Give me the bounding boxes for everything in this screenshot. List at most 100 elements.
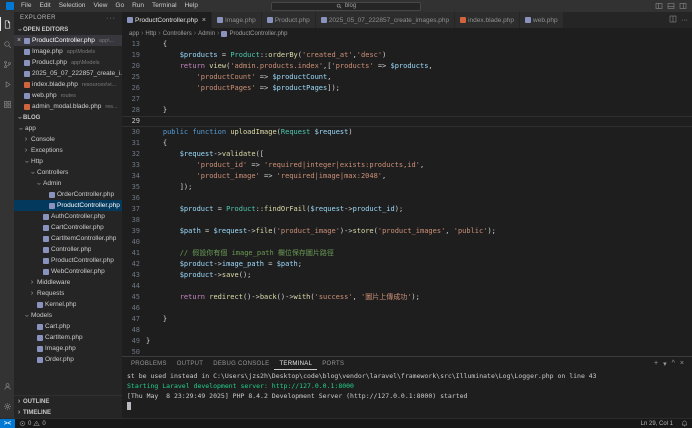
breadcrumb-item[interactable]: Controllers [163, 31, 192, 37]
editor-tab[interactable]: Product.php [261, 12, 316, 28]
tree-item[interactable]: Controller.php [14, 244, 122, 255]
menu-run[interactable]: Run [128, 0, 148, 12]
close-icon[interactable]: × [202, 17, 206, 24]
php-file-icon [320, 17, 327, 23]
tree-item[interactable]: › Controllers [14, 167, 122, 178]
terminal-prompt[interactable] [127, 401, 692, 411]
activity-explorer-icon[interactable] [0, 14, 14, 34]
maximize-panel-icon[interactable]: ^ [672, 360, 675, 367]
menu-selection[interactable]: Selection [55, 0, 90, 12]
cursor-position[interactable]: Ln 29, Col 1 [637, 419, 677, 428]
section-outline[interactable]: › OUTLINE [14, 396, 122, 407]
tree-item[interactable]: ProductController.php [14, 255, 122, 266]
breadcrumb-item[interactable]: app [129, 31, 139, 37]
panel-tab-ports[interactable]: PORTS [317, 357, 349, 370]
close-icon[interactable]: × [16, 37, 22, 44]
code-line: 41 // 假設你有個 image_path 欄位保存圖片路徑 [122, 248, 692, 259]
split-editor-icon[interactable] [669, 15, 677, 25]
activity-run-debug-icon[interactable] [0, 74, 14, 94]
item-label: CartItem.php [45, 334, 83, 341]
menu-view[interactable]: View [89, 0, 111, 12]
tree-item[interactable]: › Admin [14, 178, 122, 189]
code-text: { [146, 139, 168, 147]
open-editor-item[interactable]: Image.php app\Models [14, 46, 122, 57]
tree-item[interactable]: › Exceptions [14, 145, 122, 156]
tree-item[interactable]: ProductController.php [14, 200, 122, 211]
breadcrumb-item[interactable]: Http [145, 31, 156, 37]
tree-item[interactable]: CartController.php [14, 222, 122, 233]
toggle-sidebar-icon[interactable] [655, 2, 663, 10]
toggle-secondary-sidebar-icon[interactable] [679, 2, 687, 10]
panel-tab-terminal[interactable]: TERMINAL [274, 357, 317, 370]
open-editor-item[interactable]: web.php routes [14, 90, 122, 101]
panel-tab-output[interactable]: OUTPUT [172, 357, 208, 370]
activity-account-icon[interactable] [0, 376, 14, 396]
tree-item[interactable]: › Middleware [14, 277, 122, 288]
editor-tab[interactable]: Image.php [211, 12, 262, 28]
breadcrumb-item[interactable]: ProductController.php [229, 31, 287, 37]
tree-item[interactable]: OrderController.php [14, 189, 122, 200]
tree-item[interactable]: Cart.php [14, 321, 122, 332]
breadcrumb-item[interactable]: Admin [198, 31, 215, 37]
activity-settings-icon[interactable] [0, 396, 14, 416]
tree-item[interactable]: CartItem.php [14, 332, 122, 343]
terminal[interactable]: st be used instead in C:\Users\jzs2h\Des… [122, 370, 692, 418]
open-editors-header[interactable]: › OPEN EDITORS [14, 24, 122, 35]
close-panel-icon[interactable]: × [680, 360, 684, 367]
tree-item[interactable]: AuthController.php [14, 211, 122, 222]
activity-source-control-icon[interactable] [0, 54, 14, 74]
section-timeline[interactable]: › TIMELINE [14, 407, 122, 418]
open-editor-item[interactable]: 2025_05_07_222857_create_i... [14, 68, 122, 79]
project-section-header[interactable]: › BLOG [14, 112, 122, 123]
menu-terminal[interactable]: Terminal [148, 0, 181, 12]
editor-tab[interactable]: web.php [520, 12, 564, 28]
line-number: 39 [131, 227, 140, 235]
file-name: admin_modal.blade.php [32, 103, 102, 110]
tree-item[interactable]: Kernel.php [14, 299, 122, 310]
toggle-panel-icon[interactable] [667, 2, 675, 10]
code-editor[interactable]: 13 {19 $products = Product::orderBy('cre… [122, 39, 692, 356]
tree-item[interactable]: › Requests [14, 288, 122, 299]
explorer-more-actions-icon[interactable]: ··· [106, 15, 116, 22]
problems-indicator[interactable]: 0 0 [15, 419, 50, 428]
activity-extensions-icon[interactable] [0, 94, 14, 114]
tree-item[interactable]: Order.php [14, 354, 122, 365]
open-editor-item[interactable]: index.blade.php resources\vi... [14, 79, 122, 90]
tree-item[interactable]: WebController.php [14, 266, 122, 277]
code-line: 46 [122, 303, 692, 314]
terminal-dropdown-icon[interactable]: ▾ [663, 360, 667, 368]
tree-item[interactable]: › Console [14, 134, 122, 145]
open-editor-item[interactable]: × ProductController.php app\... [14, 35, 122, 46]
notifications-bell[interactable] [677, 419, 692, 428]
new-terminal-icon[interactable]: + [654, 360, 658, 367]
menu-edit[interactable]: Edit [35, 0, 54, 12]
more-actions-icon[interactable]: ··· [681, 17, 688, 24]
editor-tab[interactable]: 2025_05_07_222857_create_images.php [315, 12, 456, 28]
command-center[interactable]: blog [271, 1, 421, 11]
line-number: 43 [131, 271, 140, 279]
open-editor-item[interactable]: admin_modal.blade.php res... [14, 101, 122, 112]
tree-item[interactable]: CartItemController.php [14, 233, 122, 244]
open-editor-item[interactable]: Product.php app\Models [14, 57, 122, 68]
menu-help[interactable]: Help [181, 0, 202, 12]
tree-item[interactable]: Image.php [14, 343, 122, 354]
tree-item[interactable]: › Models [14, 310, 122, 321]
panel-tab-problems[interactable]: PROBLEMS [126, 357, 172, 370]
activity-search-icon[interactable] [0, 34, 14, 54]
tree-item[interactable]: › app [14, 123, 122, 134]
line-number: 32 [131, 150, 140, 158]
file-path: app\Models [66, 48, 96, 55]
php-file-icon [24, 59, 30, 66]
terminal-line: Starting Laravel development server: htt… [127, 382, 354, 390]
php-file-icon [127, 17, 133, 23]
menu-go[interactable]: Go [111, 0, 128, 12]
panel-tabs: PROBLEMS OUTPUT DEBUG CONSOLE TERMINAL PORTS [126, 357, 349, 370]
remote-indicator[interactable]: >< [0, 419, 16, 428]
editor-tab[interactable]: ProductController.php × [122, 12, 212, 28]
line-number: 35 [131, 183, 140, 191]
code-text: $product->save(); [179, 271, 252, 279]
panel-tab-debug-console[interactable]: DEBUG CONSOLE [208, 357, 274, 370]
editor-tab[interactable]: index.blade.php [455, 12, 521, 28]
tree-item[interactable]: › Http [14, 156, 122, 167]
menu-file[interactable]: File [17, 0, 35, 12]
